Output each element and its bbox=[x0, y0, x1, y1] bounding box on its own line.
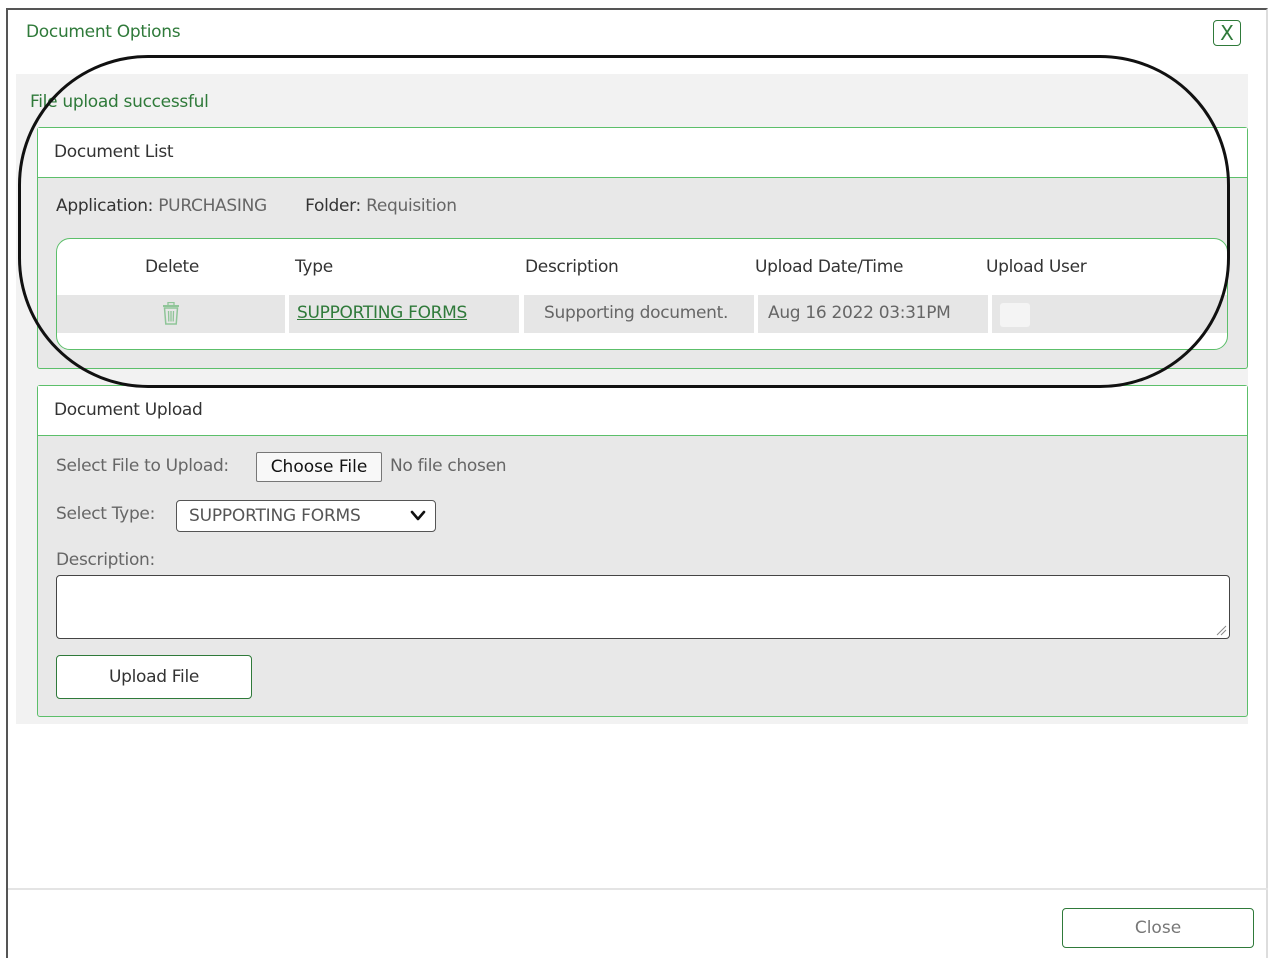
document-upload-title: Document Upload bbox=[54, 400, 203, 420]
document-upload-header: Document Upload bbox=[38, 386, 1247, 436]
description-textarea[interactable] bbox=[56, 575, 1230, 639]
upload-file-button[interactable]: Upload File bbox=[56, 655, 252, 699]
document-table: Delete Type Description Upload Date/Time… bbox=[56, 238, 1228, 350]
no-file-chosen-text: No file chosen bbox=[390, 456, 507, 476]
document-upload-panel: Document Upload Select File to Upload: C… bbox=[37, 385, 1248, 717]
application-value: PURCHASING bbox=[158, 196, 267, 216]
type-select[interactable]: SUPPORTING FORMS bbox=[176, 500, 436, 532]
document-list-meta: Application: PURCHASING Folder: Requisit… bbox=[56, 196, 457, 216]
close-button[interactable]: Close bbox=[1062, 908, 1254, 948]
upload-status-message: File upload successful bbox=[30, 92, 209, 112]
type-select-value: SUPPORTING FORMS bbox=[189, 506, 361, 526]
column-header-description: Description bbox=[525, 257, 619, 277]
cell-type: SUPPORTING FORMS bbox=[289, 295, 519, 333]
chevron-down-icon bbox=[410, 510, 426, 521]
document-type-link[interactable]: SUPPORTING FORMS bbox=[297, 303, 467, 323]
trash-icon[interactable] bbox=[161, 301, 181, 339]
cell-delete bbox=[57, 295, 285, 333]
application-label: Application: bbox=[56, 196, 154, 216]
footer-divider bbox=[8, 888, 1268, 890]
column-header-delete: Delete bbox=[145, 257, 200, 277]
choose-file-button[interactable]: Choose File bbox=[256, 452, 382, 482]
close-x-button[interactable]: X bbox=[1213, 20, 1241, 46]
column-header-upload-user: Upload User bbox=[986, 257, 1087, 277]
cell-upload-user bbox=[992, 295, 1227, 333]
select-file-label: Select File to Upload: bbox=[56, 456, 229, 476]
redacted-user bbox=[1000, 303, 1030, 327]
resize-handle-icon[interactable] bbox=[1215, 624, 1227, 636]
cell-description: Supporting document. bbox=[524, 295, 754, 333]
description-label: Description: bbox=[56, 550, 155, 570]
cell-upload-datetime: Aug 16 2022 03:31PM bbox=[758, 295, 988, 333]
document-list-title: Document List bbox=[54, 142, 174, 162]
folder-label: Folder: bbox=[305, 196, 361, 216]
column-header-type: Type bbox=[295, 257, 333, 277]
column-header-upload-datetime: Upload Date/Time bbox=[755, 257, 904, 277]
table-row: SUPPORTING FORMS Supporting document. Au… bbox=[57, 295, 1227, 333]
dialog-title: Document Options bbox=[26, 22, 181, 42]
document-list-panel: Document List Application: PURCHASING Fo… bbox=[37, 127, 1248, 369]
select-type-label: Select Type: bbox=[56, 504, 156, 524]
folder-value: Requisition bbox=[366, 196, 457, 216]
document-list-header: Document List bbox=[38, 128, 1247, 178]
